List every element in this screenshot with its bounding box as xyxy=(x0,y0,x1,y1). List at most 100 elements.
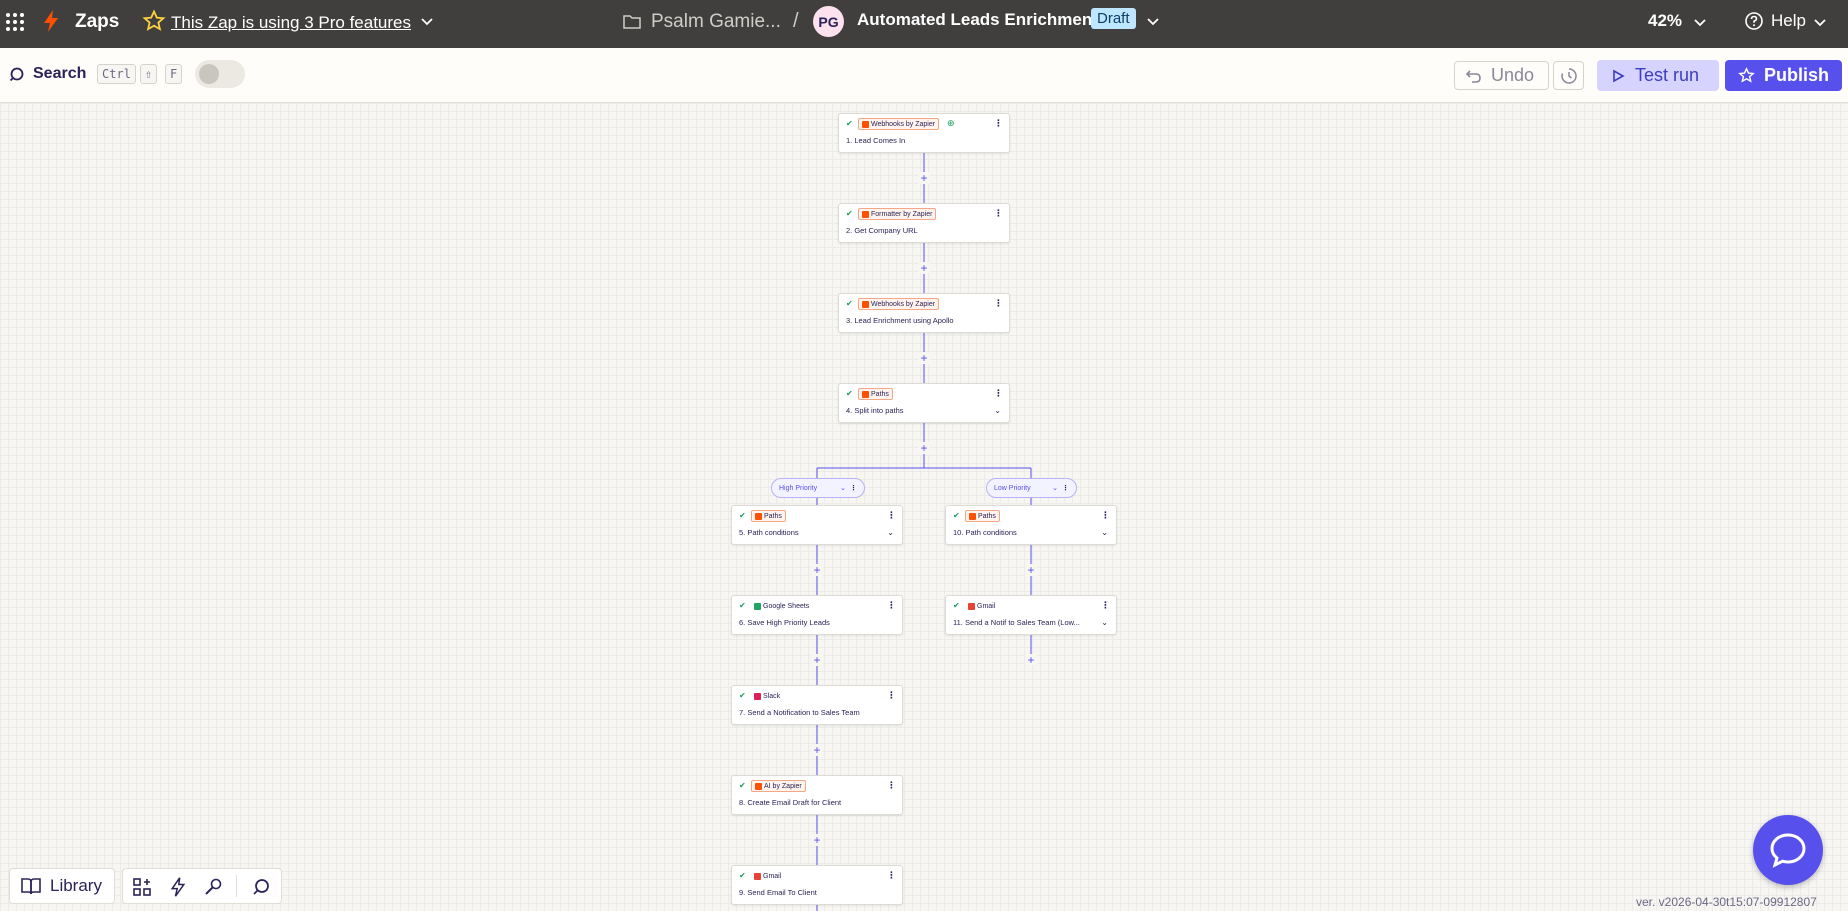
more-options-icon[interactable]: ⋮ xyxy=(994,208,1003,219)
step-card[interactable]: ✔ Google Sheets ⋮ 6. Save High Priority … xyxy=(731,595,903,635)
step-card[interactable]: ✔ Paths ⋮ 10. Path conditions ⌄ xyxy=(945,505,1117,545)
more-options-icon[interactable]: ⋮ xyxy=(887,510,896,521)
more-options-icon[interactable]: ⋮ xyxy=(1101,510,1110,521)
app-chip: Gmail xyxy=(751,870,784,882)
app-name: Paths xyxy=(871,390,889,398)
more-options-icon[interactable]: ⋮ xyxy=(887,690,896,701)
chevron-down-icon[interactable] xyxy=(1813,15,1827,29)
more-options-icon[interactable]: ⋮ xyxy=(994,298,1003,309)
search-button[interactable]: Search xyxy=(33,65,86,83)
more-options-icon[interactable]: ⋮ xyxy=(887,600,896,611)
zap-name[interactable]: Automated Leads Enrichment xyxy=(857,10,1098,30)
add-step-icon[interactable]: + xyxy=(918,262,930,274)
app-chip: Google Sheets xyxy=(751,600,812,612)
sheets-icon xyxy=(754,602,761,610)
chevron-down-icon[interactable]: ⌄ xyxy=(840,484,846,492)
chevron-down-icon[interactable] xyxy=(1146,14,1160,28)
step-title: 5. Path conditions xyxy=(739,528,799,537)
chevron-down-icon[interactable] xyxy=(420,14,434,28)
check-icon: ✔ xyxy=(739,871,746,880)
step-title: 3. Lead Enrichment using Apollo xyxy=(846,316,954,325)
search-icon[interactable] xyxy=(251,877,271,897)
divider xyxy=(236,875,237,897)
folder-icon xyxy=(623,15,641,29)
chevron-down-icon[interactable]: ⌄ xyxy=(994,406,1001,415)
step-card[interactable]: ✔ Slack ⋮ 7. Send a Notification to Sale… xyxy=(731,685,903,725)
app-name: Gmail xyxy=(763,872,782,880)
app-chip: Paths xyxy=(965,510,1000,522)
app-name: Formatter by Zapier xyxy=(871,210,933,218)
formatter-icon xyxy=(862,210,869,218)
gmail-icon xyxy=(968,602,975,610)
avatar[interactable]: PG xyxy=(813,6,844,37)
step-title: 11. Send a Notif to Sales Team (Low... xyxy=(953,618,1080,627)
zapier-bolt-icon[interactable] xyxy=(42,9,60,33)
step-card[interactable]: ✔ Paths ⋮ 4. Split into paths ⌄ xyxy=(838,383,1010,423)
workflow-canvas[interactable]: ✔ Webhooks by Zapier ⊕ ⋮ 1. Lead Comes I… xyxy=(0,103,1848,911)
add-step-icon[interactable]: + xyxy=(1025,654,1037,666)
more-options-icon[interactable]: ⋮ xyxy=(994,388,1003,399)
add-step-icon[interactable]: + xyxy=(811,834,823,846)
version-history-button[interactable] xyxy=(1553,61,1584,90)
path-branch-low-priority[interactable]: Low Priority ⌄ ⋮ xyxy=(986,478,1077,498)
more-options-icon[interactable]: ⋮ xyxy=(1062,484,1069,492)
publish-button[interactable]: Publish xyxy=(1725,60,1842,91)
check-icon: ✔ xyxy=(953,601,960,610)
canvas-tools xyxy=(122,868,282,904)
more-options-icon[interactable]: ⋮ xyxy=(850,484,857,492)
chevron-down-icon[interactable] xyxy=(1693,15,1707,29)
chat-support-button[interactable] xyxy=(1753,815,1823,885)
step-title: 8. Create Email Draft for Client xyxy=(739,798,842,807)
apps-grid-icon[interactable] xyxy=(6,13,24,31)
help-menu[interactable]: Help xyxy=(1771,11,1806,31)
chevron-down-icon[interactable]: ⌄ xyxy=(1052,484,1058,492)
toggle-switch[interactable] xyxy=(195,60,245,88)
undo-label: Undo xyxy=(1491,65,1535,85)
step-card[interactable]: ✔ Formatter by Zapier ⋮ 2. Get Company U… xyxy=(838,203,1010,243)
step-card[interactable]: ✔ AI by Zapier ⋮ 8. Create Email Draft f… xyxy=(731,775,903,815)
step-card[interactable]: ✔ Gmail ⋮ 9. Send Email To Client xyxy=(731,865,903,905)
app-title[interactable]: Zaps xyxy=(75,11,119,33)
chevron-down-icon[interactable]: ⌄ xyxy=(887,528,894,537)
undo-button[interactable]: Undo xyxy=(1454,61,1549,90)
step-card[interactable]: ✔ Gmail ⋮ 11. Send a Notif to Sales Team… xyxy=(945,595,1117,635)
chevron-down-icon[interactable]: ⌄ xyxy=(1101,618,1108,627)
step-card[interactable]: ✔ Paths ⋮ 5. Path conditions ⌄ xyxy=(731,505,903,545)
step-title: 9. Send Email To Client xyxy=(739,888,817,897)
step-card[interactable]: ✔ Webhooks by Zapier ⋮ 3. Lead Enrichmen… xyxy=(838,293,1010,333)
library-button[interactable]: Library xyxy=(9,868,115,904)
test-run-label: Test run xyxy=(1635,65,1700,85)
add-step-icon[interactable]: + xyxy=(918,172,930,184)
zoom-level[interactable]: 42% xyxy=(1648,11,1682,31)
add-step-icon[interactable]: + xyxy=(811,564,823,576)
branch-label: High Priority xyxy=(779,484,818,492)
add-step-icon[interactable]: + xyxy=(1025,564,1037,576)
path-branch-high-priority[interactable]: High Priority ⌄ ⋮ xyxy=(771,478,865,498)
app-name: Webhooks by Zapier xyxy=(871,120,936,128)
status-badge: Draft xyxy=(1091,8,1136,29)
more-options-icon[interactable]: ⋮ xyxy=(994,118,1003,129)
add-step-icon[interactable]: + xyxy=(918,442,930,454)
apps-add-icon[interactable] xyxy=(132,877,152,897)
test-run-button[interactable]: Test run xyxy=(1597,60,1719,91)
check-icon: ✔ xyxy=(739,601,746,610)
top-bar: Zaps This Zap is using 3 Pro features Ps… xyxy=(0,0,1848,48)
more-options-icon[interactable]: ⋮ xyxy=(1101,600,1110,611)
search-icon[interactable] xyxy=(9,66,27,84)
pro-features-link[interactable]: This Zap is using 3 Pro features xyxy=(171,13,411,33)
more-options-icon[interactable]: ⋮ xyxy=(887,870,896,881)
app-name: Gmail xyxy=(977,602,996,610)
check-icon: ✔ xyxy=(846,299,853,308)
help-icon[interactable] xyxy=(1744,11,1764,31)
step-title: 7. Send a Notification to Sales Team xyxy=(739,708,860,717)
bolt-icon[interactable] xyxy=(169,877,187,897)
more-options-icon[interactable]: ⋮ xyxy=(887,780,896,791)
app-chip: Webhooks by Zapier xyxy=(858,118,940,130)
add-step-icon[interactable]: + xyxy=(811,654,823,666)
add-step-icon[interactable]: + xyxy=(918,352,930,364)
chevron-down-icon[interactable]: ⌄ xyxy=(1101,528,1108,537)
folder-breadcrumb[interactable]: Psalm Gamie... xyxy=(651,11,781,33)
add-step-icon[interactable]: + xyxy=(811,744,823,756)
step-card[interactable]: ✔ Webhooks by Zapier ⊕ ⋮ 1. Lead Comes I… xyxy=(838,113,1010,153)
wrench-icon[interactable] xyxy=(203,877,223,897)
